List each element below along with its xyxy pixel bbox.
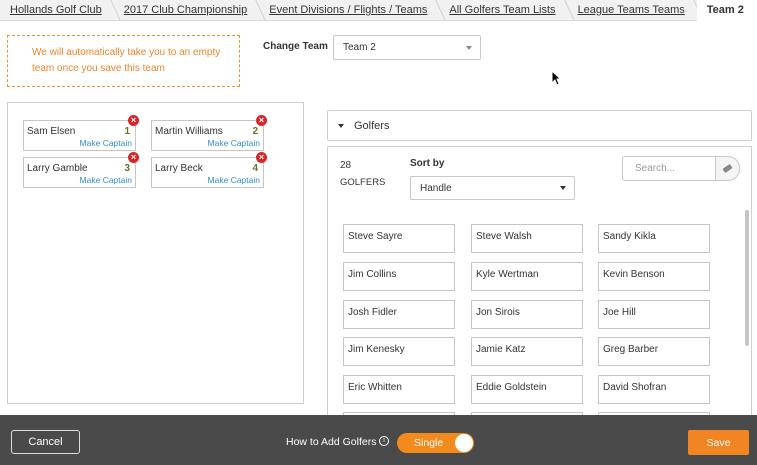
chevron-down-icon xyxy=(466,45,472,50)
team-member-card: Sam Elsen 1 Make Captain × xyxy=(23,115,139,151)
team-member-card: Martin Williams 2 Make Captain × xyxy=(151,115,267,151)
breadcrumb-current: Team 2 xyxy=(696,0,757,21)
golfer-item[interactable]: Sandy Kikla xyxy=(598,224,710,253)
action-bar: Cancel How to Add Golfers i Single Save xyxy=(0,415,757,465)
how-to-add-label: How to Add Golfers xyxy=(286,436,377,448)
breadcrumb-club[interactable]: Hollands Golf Club xyxy=(0,0,114,21)
golfer-item[interactable]: David Shofran xyxy=(598,375,710,404)
caret-down-icon xyxy=(338,123,344,128)
golfer-item[interactable]: Jim Kenesky xyxy=(343,337,455,366)
golfer-item[interactable]: Kyle Wertman xyxy=(471,262,583,291)
save-button[interactable]: Save xyxy=(688,430,749,455)
auto-team-notice: We will automatically take you to an emp… xyxy=(7,35,240,87)
change-team-select[interactable]: Team 2 xyxy=(333,35,481,60)
golfer-item[interactable]: Jon Sirois xyxy=(471,300,583,329)
toggle-knob xyxy=(455,434,473,452)
remove-member-icon[interactable]: × xyxy=(256,152,267,163)
remove-member-icon[interactable]: × xyxy=(128,152,139,163)
remove-member-icon[interactable]: × xyxy=(256,115,267,126)
golfer-search-input[interactable]: Search... xyxy=(622,156,716,181)
eraser-icon xyxy=(722,163,733,174)
golfer-item[interactable]: Joe Hill xyxy=(598,300,710,329)
team-member-card: Larry Beck 4 Make Captain × xyxy=(151,152,267,188)
golfer-item[interactable]: Josh Fidler xyxy=(343,300,455,329)
golfer-item[interactable]: Steve Sayre xyxy=(343,224,455,253)
team-member-name: Larry Gamble xyxy=(27,163,88,174)
team-member-name: Larry Beck xyxy=(155,163,203,174)
breadcrumb-league-teams[interactable]: League Teams Teams xyxy=(568,0,697,21)
sort-by-value: Handle xyxy=(420,182,452,194)
golfer-item[interactable]: Eric Whitten xyxy=(343,375,455,404)
change-team-value: Team 2 xyxy=(343,42,376,53)
chevron-down-icon xyxy=(560,186,566,190)
team-member-number: 1 xyxy=(124,126,130,137)
add-mode-label: Single xyxy=(414,437,444,449)
breadcrumb: Hollands Golf Club 2017 Club Championshi… xyxy=(0,0,757,21)
golfers-list-panel: 28 GOLFERS Sort by Handle Search... Stev… xyxy=(327,146,752,415)
team-member-name: Martin Williams xyxy=(155,126,223,137)
golfer-item[interactable]: Eddie Goldstein xyxy=(471,375,583,404)
team-member-name: Sam Elsen xyxy=(27,126,76,137)
mouse-cursor-icon xyxy=(551,70,561,86)
sort-by-select[interactable]: Handle xyxy=(410,176,575,200)
search-placeholder: Search... xyxy=(635,163,676,174)
team-member-number: 3 xyxy=(124,163,130,174)
info-icon[interactable]: i xyxy=(379,436,389,446)
golfer-item[interactable]: Jamie Katz xyxy=(471,337,583,366)
cancel-button[interactable]: Cancel xyxy=(11,430,80,454)
team-members-panel: Sam Elsen 1 Make Captain × Martin Willia… xyxy=(7,102,304,404)
sort-by-label: Sort by xyxy=(410,158,445,169)
golfer-item[interactable]: Greg Barber xyxy=(598,337,710,366)
golfers-section-title: Golfers xyxy=(354,119,390,132)
clear-search-button[interactable] xyxy=(715,156,740,181)
make-captain-link[interactable]: Make Captain xyxy=(208,138,260,148)
breadcrumb-team-lists[interactable]: All Golfers Team Lists xyxy=(439,0,567,21)
golfer-item[interactable]: Kevin Benson xyxy=(598,262,710,291)
golfer-item[interactable]: Steve Walsh xyxy=(471,224,583,253)
change-team-label: Change Team xyxy=(263,41,328,52)
remove-member-icon[interactable]: × xyxy=(128,115,139,126)
make-captain-link[interactable]: Make Captain xyxy=(208,175,260,185)
golfer-count-label: GOLFERS xyxy=(340,177,386,188)
golfer-count: 28 xyxy=(340,160,352,171)
golfer-item[interactable]: Jim Collins xyxy=(343,262,455,291)
make-captain-link[interactable]: Make Captain xyxy=(80,138,132,148)
golfers-section-toggle[interactable]: Golfers xyxy=(327,110,752,141)
make-captain-link[interactable]: Make Captain xyxy=(80,175,132,185)
team-member-number: 2 xyxy=(252,126,258,137)
breadcrumb-event[interactable]: 2017 Club Championship xyxy=(114,0,260,21)
golfers-scrollbar[interactable] xyxy=(745,210,749,346)
breadcrumb-divisions[interactable]: Event Divisions / Flights / Teams xyxy=(259,0,439,21)
team-member-card: Larry Gamble 3 Make Captain × xyxy=(23,152,139,188)
add-mode-toggle[interactable]: Single xyxy=(397,433,474,453)
team-member-number: 4 xyxy=(252,163,258,174)
